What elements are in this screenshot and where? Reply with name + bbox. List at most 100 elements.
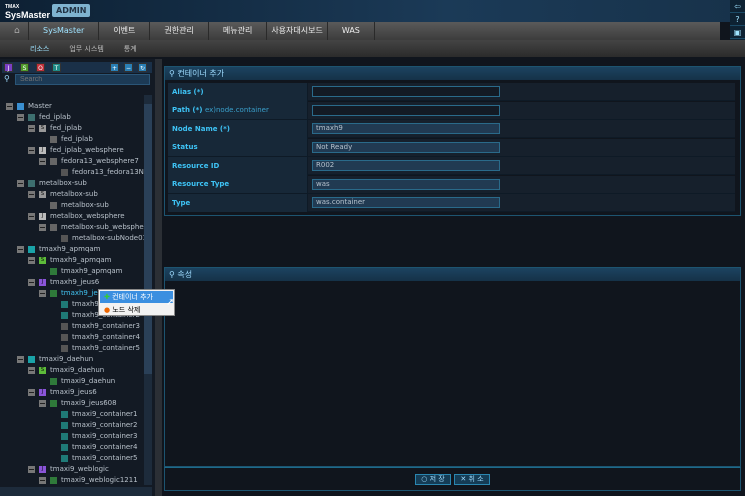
- field-input[interactable]: R002: [312, 160, 500, 171]
- collapse-toggle-icon[interactable]: [28, 147, 35, 154]
- sub-nav: 리소스 업무 시스템 통계: [0, 40, 745, 57]
- tree-node[interactable]: metalbox-sub: [39, 200, 109, 211]
- tree-node[interactable]: Jtmaxh9_jeus6: [28, 277, 99, 288]
- tree-node[interactable]: tmaxh9_apmqam: [39, 266, 123, 277]
- collapse-toggle-icon[interactable]: [17, 246, 24, 253]
- subnav-business[interactable]: 업무 시스템: [69, 44, 103, 54]
- tree-node[interactable]: metalbox-subNode01: [50, 233, 144, 244]
- tree-node[interactable]: tmaxh9_container4: [50, 332, 140, 343]
- menu-add-container[interactable]: ✚ 컨테이너 추가: [100, 291, 173, 303]
- nodeg-node-icon: [50, 268, 57, 275]
- field-label: Node Name (*): [168, 119, 308, 138]
- collapse-all-icon[interactable]: −: [124, 63, 133, 72]
- splitter[interactable]: [155, 59, 162, 496]
- tree-node[interactable]: tmaxi9_container5: [50, 453, 138, 464]
- tree-node[interactable]: fedora13_websphere7: [39, 156, 139, 167]
- collapse-toggle-icon[interactable]: [28, 213, 35, 220]
- collapse-toggle-icon[interactable]: [39, 477, 46, 484]
- node-node-icon: [50, 158, 57, 165]
- tree-node[interactable]: fed_iplab: [39, 134, 93, 145]
- tree-hscrollbar[interactable]: [0, 487, 152, 496]
- logout-icon[interactable]: ⇦: [730, 0, 745, 13]
- collapse-toggle-icon[interactable]: [28, 257, 35, 264]
- refresh-icon[interactable]: ↻: [138, 63, 147, 72]
- collapse-toggle-icon[interactable]: [17, 180, 24, 187]
- tree-node[interactable]: metalbox-sub_websphe: [39, 222, 144, 233]
- filter-j[interactable]: J: [4, 63, 13, 72]
- cancel-button[interactable]: ✕ 취 소: [454, 474, 490, 485]
- collapse-toggle-icon[interactable]: [39, 224, 46, 231]
- tree-node[interactable]: tmaxi9_container1: [50, 409, 138, 420]
- collapse-toggle-icon[interactable]: [39, 290, 46, 297]
- home-icon[interactable]: ⌂: [0, 22, 29, 40]
- filter-t[interactable]: T: [52, 63, 61, 72]
- menu-delete-node[interactable]: ● 노드 삭제: [100, 304, 173, 316]
- tree-node[interactable]: tmaxh9_apmqam: [17, 244, 101, 255]
- tree-node[interactable]: Jmetalbox_websphere: [28, 211, 125, 222]
- collapse-toggle-icon[interactable]: [39, 158, 46, 165]
- help-icon[interactable]: ?: [730, 13, 745, 26]
- save-button[interactable]: ○ 저 장: [415, 474, 451, 485]
- collapse-toggle-icon[interactable]: [28, 389, 35, 396]
- field-input[interactable]: Not Ready: [312, 141, 500, 153]
- collapse-toggle-icon[interactable]: [17, 114, 24, 121]
- tree-node-label: metalbox-sub: [61, 201, 109, 209]
- tree-node[interactable]: fedora13_fedora13Node: [50, 167, 144, 178]
- cont-node-icon: [61, 169, 68, 176]
- tree-node-label: tmaxi9_container5: [72, 454, 138, 462]
- tree-node[interactable]: Stmaxi9_daehun: [28, 365, 104, 376]
- tree-node[interactable]: tmaxh9_container5: [50, 343, 140, 354]
- node-node-icon: [50, 224, 57, 231]
- tree-node[interactable]: Jfed_iplab_websphere: [28, 145, 124, 156]
- tree-node[interactable]: fed_iplab: [17, 112, 71, 123]
- tree-node[interactable]: tmaxi9_daehun: [39, 376, 115, 387]
- monitor-icon[interactable]: ▣: [730, 26, 745, 39]
- collapse-toggle-icon[interactable]: [28, 367, 35, 374]
- tree-node[interactable]: Smetalbox-sub: [28, 189, 98, 200]
- collapse-toggle-icon[interactable]: [17, 356, 24, 363]
- collapse-toggle-icon[interactable]: [6, 103, 13, 110]
- tree-node[interactable]: Jtmaxi9_weblogic: [28, 464, 109, 475]
- filter-s[interactable]: S: [20, 63, 29, 72]
- nav-dashboard[interactable]: 사용자대시보드: [267, 22, 328, 40]
- tree-node[interactable]: tmaxi9_daehun: [17, 354, 93, 365]
- form-row: Path (*) ex)node.container: [168, 101, 735, 120]
- tree-node[interactable]: tmaxi9_jeus608: [39, 398, 117, 409]
- field-input[interactable]: was.container: [312, 197, 500, 208]
- expand-all-icon[interactable]: +: [110, 63, 119, 72]
- tree-node[interactable]: Master: [6, 101, 52, 112]
- collapse-toggle-icon[interactable]: [28, 466, 35, 473]
- tree-node[interactable]: tmaxi9_container4: [50, 442, 138, 453]
- field-input[interactable]: was: [312, 178, 500, 190]
- nav-menu[interactable]: 메뉴관리: [209, 22, 268, 40]
- tree-node-label: Master: [28, 102, 52, 110]
- tree-node[interactable]: tmaxi9_weblogic1211: [39, 475, 138, 485]
- filter-o[interactable]: O: [36, 63, 45, 72]
- tree-node[interactable]: Sfed_iplab: [28, 123, 82, 134]
- tree-node[interactable]: Jtmaxi9_jeus6: [28, 387, 97, 398]
- field-input[interactable]: [312, 86, 500, 97]
- tree-node[interactable]: tmaxi9_container3: [50, 431, 138, 442]
- subnav-stats[interactable]: 통계: [124, 44, 137, 54]
- tree-node[interactable]: Stmaxh9_apmqam: [28, 255, 112, 266]
- cont-node-icon: [61, 323, 68, 330]
- subnav-resource[interactable]: 리소스: [30, 44, 49, 54]
- tree-node-label: metalbox-sub: [39, 179, 87, 187]
- field-input[interactable]: tmaxh9: [312, 123, 500, 134]
- tree-vscroll-thumb[interactable]: [144, 104, 152, 374]
- nav-permission[interactable]: 권한관리: [150, 22, 209, 40]
- search-input[interactable]: [15, 74, 150, 85]
- collapse-toggle-icon[interactable]: [39, 400, 46, 407]
- tree-node[interactable]: tmaxi9_container2: [50, 420, 138, 431]
- tree-node-label: tmaxh9_jeus6: [50, 278, 100, 286]
- nav-sysmaster[interactable]: SysMaster: [29, 22, 100, 40]
- collapse-toggle-icon[interactable]: [28, 125, 35, 132]
- collapse-toggle-icon[interactable]: [28, 191, 35, 198]
- collapse-toggle-icon[interactable]: [28, 279, 35, 286]
- field-input[interactable]: [312, 104, 500, 116]
- nav-event[interactable]: 이벤트: [99, 22, 151, 40]
- form-row: Node Name (*) tmaxh9: [168, 119, 735, 138]
- tree-node[interactable]: metalbox-sub: [17, 178, 87, 189]
- nav-was[interactable]: WAS: [328, 22, 375, 40]
- tree-node[interactable]: tmaxh9_container3: [50, 321, 140, 332]
